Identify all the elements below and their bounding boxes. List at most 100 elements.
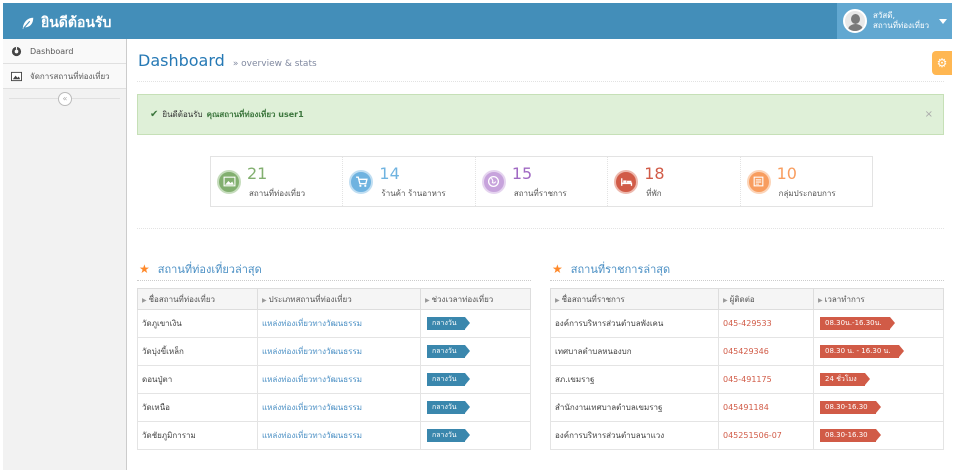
page-title: Dashboard: [138, 51, 225, 70]
government-title-divider: [550, 280, 944, 281]
table-row: วัดเหนือ แหล่งท่องเที่ยวทางวัฒนธรรม กลาง…: [137, 393, 531, 422]
stat-label: ร้านค้า ร้านอาหาร: [381, 188, 446, 198]
government-table: ▶ ชื่อสถานที่ราชการ ▶ ผู้ติดต่อ ▶ เวลาทำการ…: [550, 288, 944, 450]
hours-tag: 08.30 น. - 16.30 น.: [820, 345, 904, 358]
government-name: องค์การบริหารส่วนตำบลนาแวง: [550, 421, 719, 450]
section-divider: [137, 228, 944, 229]
attraction-type-link[interactable]: แหล่งท่องเที่ยวทางวัฒนธรรม: [257, 337, 421, 366]
column-header[interactable]: ▶ ช่วงเวลาท่องเที่ยว: [420, 288, 531, 310]
stat-shops[interactable]: 14 ร้านค้า ร้านอาหาร: [342, 157, 474, 206]
contact-phone: 045491184: [718, 393, 814, 422]
brand[interactable]: ยินดีต้อนรับ: [21, 12, 111, 34]
hours-cell: 08.30น.-16.30น.: [813, 309, 944, 338]
stat-label: กลุ่มประกอบการ: [778, 188, 836, 198]
contact-phone: 045-491175: [718, 365, 814, 394]
stat-label: สถานที่ราชการ: [513, 188, 567, 198]
stat-body: 15 สถานที่ราชการ: [510, 163, 600, 199]
column-header[interactable]: ▶ ชื่อสถานที่ท่องเที่ยว: [137, 288, 258, 310]
brand-label: ยินดีต้อนรับ: [41, 15, 112, 31]
attraction-time-cell: กลางวัน: [420, 337, 531, 366]
picture-icon: [11, 71, 22, 81]
globe-icon: [481, 169, 506, 194]
stat-body: 10 กลุ่มประกอบการ: [775, 163, 865, 199]
user-info: สวัสดี, สถานที่ท่องเที่ยว: [873, 11, 929, 31]
stat-label: ที่พัก: [646, 188, 662, 198]
stat-body: 18 ที่พัก: [642, 163, 732, 199]
close-alert-button[interactable]: ×: [925, 109, 933, 120]
column-header[interactable]: ▶ เวลาทำการ: [813, 288, 944, 310]
stats-box: 21 สถานที่ท่องเที่ยว 14 ร้านค้า ร้านอาหา…: [210, 156, 873, 207]
stat-business-groups[interactable]: 10 กลุ่มประกอบการ: [739, 157, 872, 206]
hours-tag: 08.30-16.30: [820, 401, 881, 414]
caret-right-icon: ▶: [262, 296, 267, 304]
attraction-type-link[interactable]: แหล่งท่องเที่ยวทางวัฒนธรรม: [257, 309, 421, 338]
caret-right-icon: ▶: [818, 296, 823, 304]
stat-number: 21: [247, 163, 268, 183]
collapse-sidebar-button[interactable]: «: [58, 92, 72, 106]
alert-user: คุณสถานที่ท่องเที่ยว user1: [206, 110, 304, 119]
hours-tag: 08.30-16.30: [820, 429, 881, 442]
contact-phone: 045429346: [718, 337, 814, 366]
table-header-row: ▶ ชื่อสถานที่ท่องเที่ยว ▶ ประเภทสถานที่ท่อ…: [137, 288, 531, 310]
caret-right-icon: ▶: [555, 296, 560, 304]
table-row: เทศบาลตำบลหนองบก 045429346 08.30 น. - 16…: [550, 337, 944, 366]
attraction-type-link[interactable]: แหล่งท่องเที่ยวทางวัฒนธรรม: [257, 421, 421, 450]
time-tag: กลางวัน: [427, 429, 470, 442]
main-content: Dashboard » overview & stats ⚙ ✔ ยินดีต้…: [127, 39, 952, 470]
attractions-title: สถานที่ท่องเที่ยวล่าสุด: [157, 263, 262, 276]
column-header[interactable]: ▶ ประเภทสถานที่ท่องเที่ยว: [257, 288, 421, 310]
leaf-icon: [22, 17, 34, 30]
stat-label: สถานที่ท่องเที่ยว: [249, 188, 306, 198]
stat-number: 14: [379, 163, 400, 183]
settings-button[interactable]: ⚙: [932, 51, 952, 75]
sidebar-item-dashboard[interactable]: Dashboard: [3, 39, 126, 64]
column-header[interactable]: ▶ ผู้ติดต่อ: [718, 288, 814, 310]
stat-body: 14 ร้านค้า ร้านอาหาร: [377, 163, 467, 199]
bed-icon: [614, 169, 639, 194]
attraction-time-cell: กลางวัน: [420, 393, 531, 422]
government-title: สถานที่ราชการล่าสุด: [570, 263, 671, 276]
stat-number: 15: [511, 163, 533, 183]
table-row: องค์การบริหารส่วนตำบลนาแวง 045251506-07 …: [550, 421, 944, 450]
attraction-time-cell: กลางวัน: [420, 309, 531, 338]
gear-icon: ⚙: [936, 56, 948, 70]
hours-cell: 24 ชั่วโมง: [813, 365, 944, 394]
stat-number: 10: [776, 163, 797, 183]
government-name: สำนักงานเทศบาลตำบลเขมราฐ: [550, 393, 719, 422]
welcome-alert: ✔ ยินดีต้อนรับ คุณสถานที่ท่องเที่ยว user…: [137, 94, 944, 135]
time-tag: กลางวัน: [427, 401, 470, 414]
hours-tag: 24 ชั่วโมง: [820, 373, 870, 386]
column-header[interactable]: ▶ ชื่อสถานที่ราชการ: [550, 288, 719, 310]
sidebar: Dashboard จัดการสถานที่ท่องเที่ยว «: [3, 39, 127, 470]
attraction-time-cell: กลางวัน: [420, 421, 531, 450]
user-menu[interactable]: สวัสดี, สถานที่ท่องเที่ยว: [837, 3, 952, 39]
time-tag: กลางวัน: [427, 345, 470, 358]
check-icon: ✔: [150, 109, 159, 120]
stat-government[interactable]: 15 สถานที่ราชการ: [474, 157, 607, 206]
sidebar-item-label: จัดการสถานที่ท่องเที่ยว: [30, 71, 110, 81]
stat-body: 21 สถานที่ท่องเที่ยว: [245, 163, 335, 199]
user-greeting: สวัสดี,: [873, 11, 895, 20]
sidebar-item-label: Dashboard: [30, 46, 74, 56]
attraction-type-link[interactable]: แหล่งท่องเที่ยวทางวัฒนธรรม: [257, 393, 421, 422]
attraction-name: วัดบุ่งขี้เหล็ก: [137, 337, 258, 366]
caret-right-icon: ▶: [723, 296, 728, 304]
page-header: Dashboard » overview & stats: [138, 51, 317, 70]
stat-accommodation[interactable]: 18 ที่พัก: [607, 157, 739, 206]
stat-attractions[interactable]: 21 สถานที่ท่องเที่ยว: [211, 157, 342, 206]
sidebar-item-manage-attractions[interactable]: จัดการสถานที่ท่องเที่ยว: [3, 64, 126, 89]
hours-cell: 08.30-16.30: [813, 393, 944, 422]
hours-tag: 08.30น.-16.30น.: [820, 317, 895, 330]
image-icon: [217, 169, 241, 194]
stat-number: 18: [644, 163, 665, 183]
attractions-table: ▶ ชื่อสถานที่ท่องเที่ยว ▶ ประเภทสถานที่ท่อ…: [137, 288, 531, 450]
caret-right-icon: ▶: [142, 296, 147, 304]
table-row: องค์การบริหารส่วนตำบลพังเคน 045-429533 0…: [550, 309, 944, 338]
caret-right-icon: ▶: [425, 296, 430, 304]
table-row: วัดภูเขาเงิน แหล่งท่องเที่ยวทางวัฒนธรรม …: [137, 309, 531, 338]
contact-phone: 045251506-07: [718, 421, 814, 450]
table-row: สำนักงานเทศบาลตำบลเขมราฐ 045491184 08.30…: [550, 393, 944, 422]
contact-phone: 045-429533: [718, 309, 814, 338]
attraction-type-link[interactable]: แหล่งท่องเที่ยวทางวัฒนธรรม: [257, 365, 421, 394]
government-name: องค์การบริหารส่วนตำบลพังเคน: [550, 309, 719, 338]
